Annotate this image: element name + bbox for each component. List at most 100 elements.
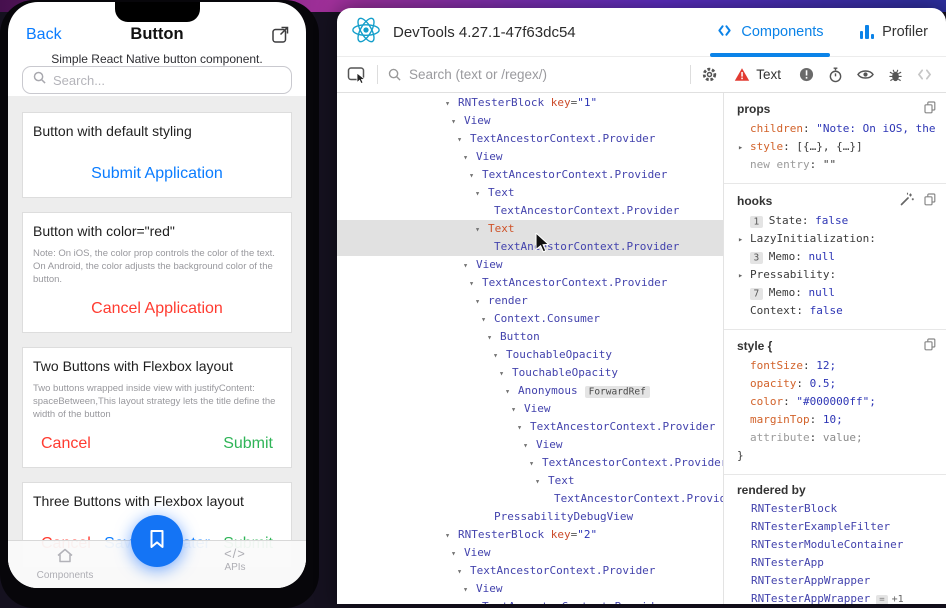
props-row[interactable]: children: "Note: On iOS, the [724, 120, 946, 138]
style-row[interactable]: fontSize: 12; [724, 357, 946, 375]
tree-row[interactable]: ▾View [337, 148, 723, 166]
expand-arrow-icon[interactable]: ▾ [475, 293, 488, 311]
hooks-row[interactable]: ▸LazyInitialization: [724, 230, 946, 248]
tree-row[interactable]: ▾View [337, 256, 723, 274]
expand-arrow-icon[interactable]: ▾ [451, 113, 464, 131]
expand-arrow-icon[interactable]: ▾ [457, 563, 470, 581]
gear-icon[interactable] [701, 66, 718, 83]
expand-arrow-icon[interactable]: ▾ [499, 365, 512, 383]
tree-row[interactable]: ▾AnonymousForwardRef [337, 382, 723, 400]
hooks-row[interactable]: 7Memo: null [724, 284, 946, 302]
tree-row[interactable]: ▾View [337, 580, 723, 598]
expand-arrow-icon[interactable]: ▾ [517, 419, 530, 437]
tab-components[interactable]: Components [716, 8, 823, 57]
expand-arrow-icon[interactable]: ▾ [445, 527, 458, 545]
native-button[interactable]: Cancel Application [91, 300, 223, 318]
style-row[interactable]: marginTop: 10; [724, 411, 946, 429]
style-row[interactable]: attribute: value; [724, 429, 946, 447]
native-button[interactable]: Cancel [41, 435, 91, 453]
expand-arrow-icon[interactable]: ▾ [457, 131, 470, 149]
tree-row[interactable]: ▾render [337, 292, 723, 310]
expand-arrow-icon[interactable]: ▾ [475, 185, 488, 203]
tree-row[interactable]: ▾Context.Consumer [337, 310, 723, 328]
rendered-by-item[interactable]: RNTesterAppWrapper [724, 572, 946, 590]
expand-arrow-icon[interactable]: ▾ [505, 383, 518, 401]
expand-arrow-icon[interactable]: ▾ [487, 329, 500, 347]
tree-search-input[interactable]: Search (text or /regex/) [409, 67, 680, 82]
bug-icon[interactable] [888, 67, 903, 83]
suspense-stopwatch-icon[interactable] [828, 67, 843, 83]
style-row[interactable]: color: "#000000ff"; [724, 393, 946, 411]
expand-arrow-icon[interactable]: ▾ [493, 347, 506, 365]
eye-icon[interactable] [857, 68, 874, 81]
native-button[interactable]: Submit [223, 435, 273, 453]
rendered-by-item[interactable]: RNTesterExampleFilter [724, 518, 946, 536]
tree-row[interactable]: ▾View [337, 544, 723, 562]
tree-row[interactable]: ▾TextAncestorContext.Provider [337, 418, 723, 436]
tree-row[interactable]: ▾TouchableOpacity [337, 364, 723, 382]
tree-row[interactable]: ▾View [337, 436, 723, 454]
bookmark-fab[interactable] [131, 515, 183, 567]
tree-row[interactable]: ▾TextAncestorContext.Provider [337, 562, 723, 580]
tree-row[interactable]: ▾Text [337, 472, 723, 490]
hooks-row[interactable]: Context: false [724, 302, 946, 320]
open-external-icon[interactable] [271, 25, 290, 44]
expand-arrow-icon[interactable]: ▾ [511, 401, 524, 419]
expand-arrow-icon[interactable]: ▾ [463, 257, 476, 275]
rendered-by-item[interactable]: RNTesterApp [724, 554, 946, 572]
tab-apis[interactable]: </> APIs [194, 546, 276, 588]
expand-arrow-icon[interactable]: ▸ [738, 231, 750, 248]
parse-hook-names-wand-icon[interactable] [900, 192, 914, 209]
expand-arrow-icon[interactable]: ▾ [445, 95, 458, 113]
native-button[interactable]: Submit Application [91, 165, 223, 183]
tree-row[interactable]: ▾TextAncestorContext.Provider [337, 274, 723, 292]
hooks-row[interactable]: 1State: false [724, 212, 946, 230]
props-row[interactable]: ▸style: [{…}, {…}] [724, 138, 946, 156]
expand-arrow-icon[interactable]: ▾ [451, 545, 464, 563]
expand-arrow-icon[interactable]: ▾ [463, 149, 476, 167]
tree-row[interactable]: ▾RNTesterBlock key="1" [337, 94, 723, 112]
tree-row[interactable]: ▾View [337, 400, 723, 418]
search-input[interactable]: Search... [22, 66, 292, 94]
tree-row[interactable]: ▾Text [337, 220, 723, 238]
copy-icon[interactable] [924, 338, 936, 354]
tree-row[interactable]: ▾Text [337, 184, 723, 202]
expand-arrow-icon[interactable]: ▾ [529, 455, 542, 473]
rendered-by-item[interactable]: RNTesterModuleContainer [724, 536, 946, 554]
expand-arrow-icon[interactable]: ▾ [523, 437, 536, 455]
expand-arrow-icon[interactable]: ▾ [535, 473, 548, 491]
tree-row[interactable]: TextAncestorContext.Provider [337, 490, 723, 508]
style-row[interactable]: opacity: 0.5; [724, 375, 946, 393]
expand-arrow-icon[interactable]: ▾ [475, 221, 488, 239]
copy-icon[interactable] [924, 193, 936, 209]
tree-row[interactable]: ▾TouchableOpacity [337, 346, 723, 364]
tree-row[interactable]: ▾RNTesterBlock key="2" [337, 526, 723, 544]
expand-arrow-icon[interactable]: ▾ [469, 167, 482, 185]
hooks-row[interactable]: ▸Pressability: [724, 266, 946, 284]
tree-row[interactable]: ▾TextAncestorContext.Provider [337, 598, 723, 604]
tree-row[interactable]: TextAncestorContext.Provider [337, 202, 723, 220]
tab-profiler[interactable]: Profiler [860, 8, 928, 57]
rendered-by-item[interactable]: RNTesterAppWrapper=+1 [724, 590, 946, 604]
element-picker-icon[interactable] [347, 66, 367, 84]
expand-arrow-icon[interactable]: ▾ [469, 275, 482, 293]
copy-icon[interactable] [924, 101, 936, 117]
tree-row[interactable]: ▾TextAncestorContext.Provider [337, 454, 723, 472]
tree-row[interactable]: TextAncestorContext.Provider [337, 238, 723, 256]
expand-arrow-icon[interactable]: ▸ [738, 139, 750, 156]
tree-row[interactable]: ▾View [337, 112, 723, 130]
tree-row[interactable]: ▾Button [337, 328, 723, 346]
tree-row[interactable]: PressabilityDebugView [337, 508, 723, 526]
expand-arrow-icon[interactable]: ▾ [463, 581, 476, 599]
rendered-by-item[interactable]: RNTesterBlock [724, 500, 946, 518]
error-icon[interactable] [799, 67, 814, 82]
tab-components[interactable]: Components [24, 546, 106, 588]
expand-arrow-icon[interactable]: ▾ [469, 599, 482, 604]
props-row[interactable]: new entry: "" [724, 156, 946, 174]
hooks-row[interactable]: 3Memo: null [724, 248, 946, 266]
tree-row[interactable]: ▾TextAncestorContext.Provider [337, 130, 723, 148]
tree-row[interactable]: ▾TextAncestorContext.Provider [337, 166, 723, 184]
expand-arrow-icon[interactable]: ▾ [481, 311, 494, 329]
expand-arrow-icon[interactable]: ▸ [738, 267, 750, 284]
code-icon[interactable] [917, 68, 932, 81]
